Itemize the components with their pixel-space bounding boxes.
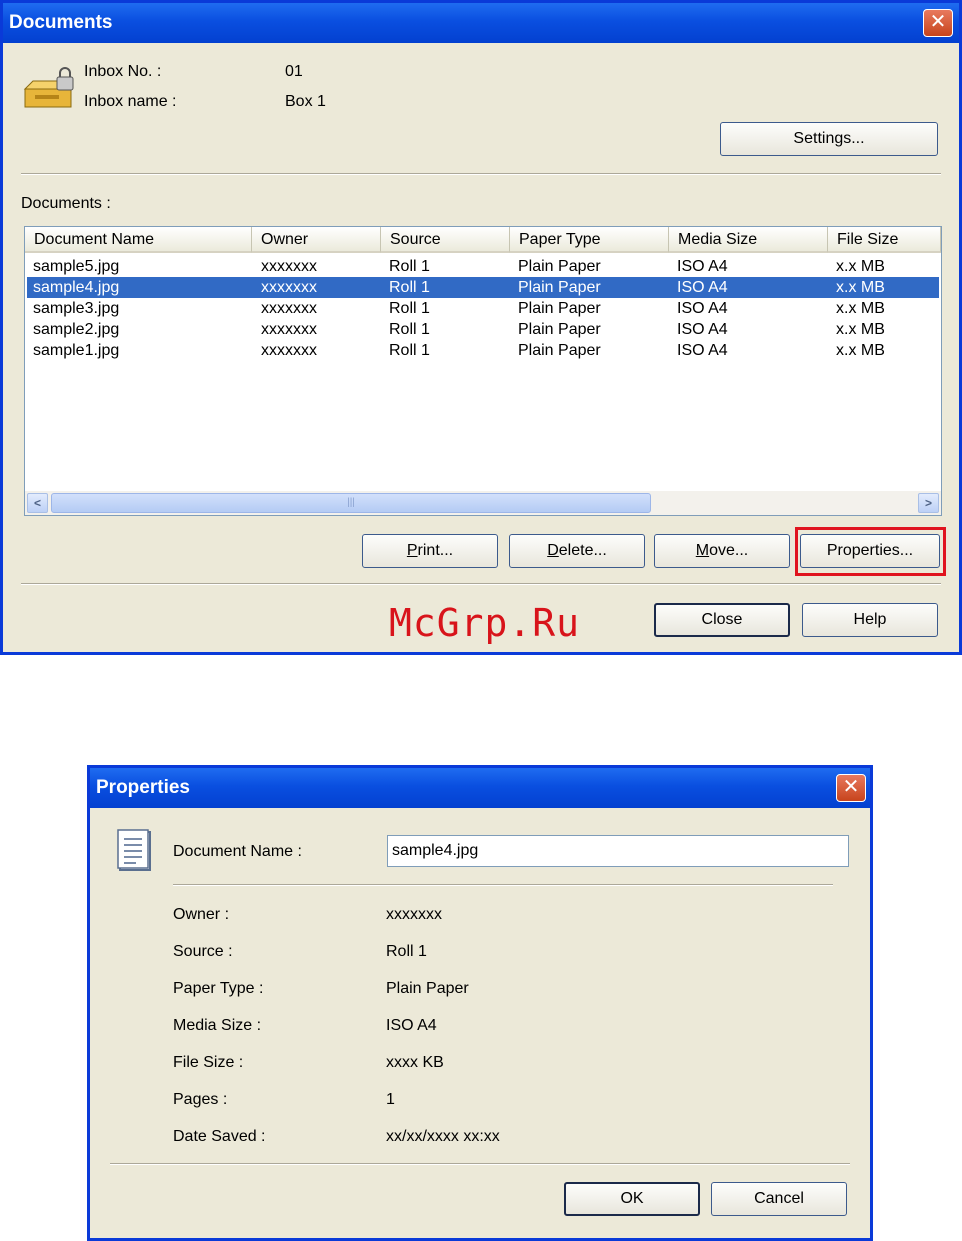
cell-source: Roll 1 — [389, 258, 430, 275]
separator-bottom — [21, 583, 941, 585]
documents-title: Documents — [9, 12, 113, 33]
close-icon[interactable]: ✕ — [836, 774, 866, 802]
move-button-label: ove... — [709, 542, 749, 559]
documents-list[interactable]: Document Name Owner Source Paper Type Me… — [24, 226, 942, 516]
cell-source: Roll 1 — [389, 279, 430, 296]
documents-label: Documents : — [21, 195, 111, 212]
move-button[interactable]: Move... — [654, 534, 790, 568]
inbox-name-value: Box 1 — [285, 93, 326, 110]
cell-paper-type: Plain Paper — [518, 300, 601, 317]
cell-paper-type: Plain Paper — [518, 279, 601, 296]
table-row[interactable]: sample1.jpg xxxxxxx Roll 1 Plain Paper ISO A… — [27, 340, 939, 361]
delete-button-label: elete... — [558, 542, 607, 559]
table-row[interactable]: sample4.jpg xxxxxxx Roll 1 Plain Paper ISO A… — [27, 277, 939, 298]
table-row[interactable]: sample5.jpg xxxxxxx Roll 1 Plain Paper ISO A… — [27, 256, 939, 277]
file-size-label: File Size : — [173, 1054, 244, 1071]
cell-paper-type: Plain Paper — [518, 342, 601, 359]
inbox-no-value: 01 — [285, 63, 303, 80]
cell-file-size: x.x MB — [836, 279, 885, 296]
properties-window: Properties ✕ Document Name : sample4.jpg… — [87, 765, 873, 1241]
documents-title-bar: Documents — [3, 3, 959, 43]
inbox-name-label: Inbox name : — [84, 93, 177, 110]
cell-paper-type: Plain Paper — [518, 258, 601, 275]
cell-file-size: x.x MB — [836, 300, 885, 317]
help-button[interactable]: Help — [802, 603, 938, 637]
watermark: McGrp.Ru — [389, 601, 581, 645]
cell-source: Roll 1 — [389, 342, 430, 359]
properties-title: Properties — [96, 777, 190, 798]
ok-button[interactable]: OK — [564, 1182, 700, 1216]
settings-button[interactable]: Settings... — [720, 122, 938, 156]
cell-file-size: x.x MB — [836, 342, 885, 359]
cell-owner: xxxxxxx — [261, 342, 317, 359]
horizontal-scrollbar[interactable]: < ||| > — [25, 491, 941, 515]
cell-source: Roll 1 — [389, 300, 430, 317]
column-header-owner[interactable]: Owner — [252, 227, 381, 253]
file-size-value: xxxx KB — [386, 1054, 444, 1071]
cell-file-size: x.x MB — [836, 321, 885, 338]
column-header-media-size[interactable]: Media Size — [669, 227, 828, 253]
scroll-thumb[interactable]: ||| — [51, 493, 651, 513]
document-name-field[interactable]: sample4.jpg — [387, 835, 849, 867]
column-header-document-name[interactable]: Document Name — [25, 227, 252, 253]
source-label: Source : — [173, 943, 233, 960]
media-size-value: ISO A4 — [386, 1017, 437, 1034]
cell-file-size: x.x MB — [836, 258, 885, 275]
cell-owner: xxxxxxx — [261, 258, 317, 275]
cell-document-name: sample5.jpg — [33, 258, 120, 275]
cell-paper-type: Plain Paper — [518, 321, 601, 338]
scroll-left-icon[interactable]: < — [27, 493, 48, 513]
media-size-label: Media Size : — [173, 1017, 262, 1034]
separator-top — [21, 173, 941, 175]
table-row[interactable]: sample2.jpg xxxxxxx Roll 1 Plain Paper ISO A… — [27, 319, 939, 340]
cell-owner: xxxxxxx — [261, 321, 317, 338]
cell-media-size: ISO A4 — [677, 279, 728, 296]
cell-owner: xxxxxxx — [261, 279, 317, 296]
paper-type-label: Paper Type : — [173, 980, 264, 997]
document-name-label: Document Name : — [173, 843, 302, 861]
cell-document-name: sample3.jpg — [33, 300, 120, 317]
column-header-paper-type[interactable]: Paper Type — [510, 227, 669, 253]
close-icon[interactable]: ✕ — [923, 9, 953, 37]
document-name-label-text: Document Name : — [173, 843, 302, 860]
owner-value: xxxxxxx — [386, 906, 442, 923]
properties-highlight-box — [795, 527, 946, 576]
table-row[interactable]: sample3.jpg xxxxxxx Roll 1 Plain Paper ISO A… — [27, 298, 939, 319]
cell-media-size: ISO A4 — [677, 321, 728, 338]
inbox-no-label: Inbox No. : — [84, 63, 162, 80]
scroll-right-icon[interactable]: > — [918, 493, 939, 513]
cell-owner: xxxxxxx — [261, 300, 317, 317]
cell-source: Roll 1 — [389, 321, 430, 338]
documents-window: Documents ✕ Inbox No. : 01 Inbox name : … — [0, 0, 962, 655]
close-button[interactable]: Close — [654, 603, 790, 637]
column-header-file-size[interactable]: File Size — [828, 227, 941, 253]
locked-inbox-icon — [23, 67, 74, 108]
cell-document-name: sample4.jpg — [33, 279, 120, 296]
cell-media-size: ISO A4 — [677, 300, 728, 317]
separator-buttons — [110, 1163, 850, 1165]
column-header-source[interactable]: Source — [381, 227, 510, 253]
date-saved-value: xx/xx/xxxx xx:xx — [386, 1128, 500, 1145]
owner-label: Owner : — [173, 906, 230, 923]
source-value: Roll 1 — [386, 943, 427, 960]
cell-document-name: sample2.jpg — [33, 321, 120, 338]
delete-button[interactable]: Delete... — [509, 534, 645, 568]
pages-value: 1 — [386, 1091, 395, 1108]
cell-media-size: ISO A4 — [677, 258, 728, 275]
print-button[interactable]: Print... — [362, 534, 498, 568]
properties-title-bar: Properties — [90, 768, 870, 808]
cancel-button[interactable]: Cancel — [711, 1182, 847, 1216]
cell-media-size: ISO A4 — [677, 342, 728, 359]
document-icon — [117, 829, 151, 871]
paper-type-value: Plain Paper — [386, 980, 469, 997]
date-saved-label: Date Saved : — [173, 1128, 266, 1145]
pages-label: Pages : — [173, 1091, 228, 1108]
print-button-label: rint... — [417, 542, 454, 559]
cell-document-name: sample1.jpg — [33, 342, 120, 359]
separator-name — [173, 884, 833, 886]
